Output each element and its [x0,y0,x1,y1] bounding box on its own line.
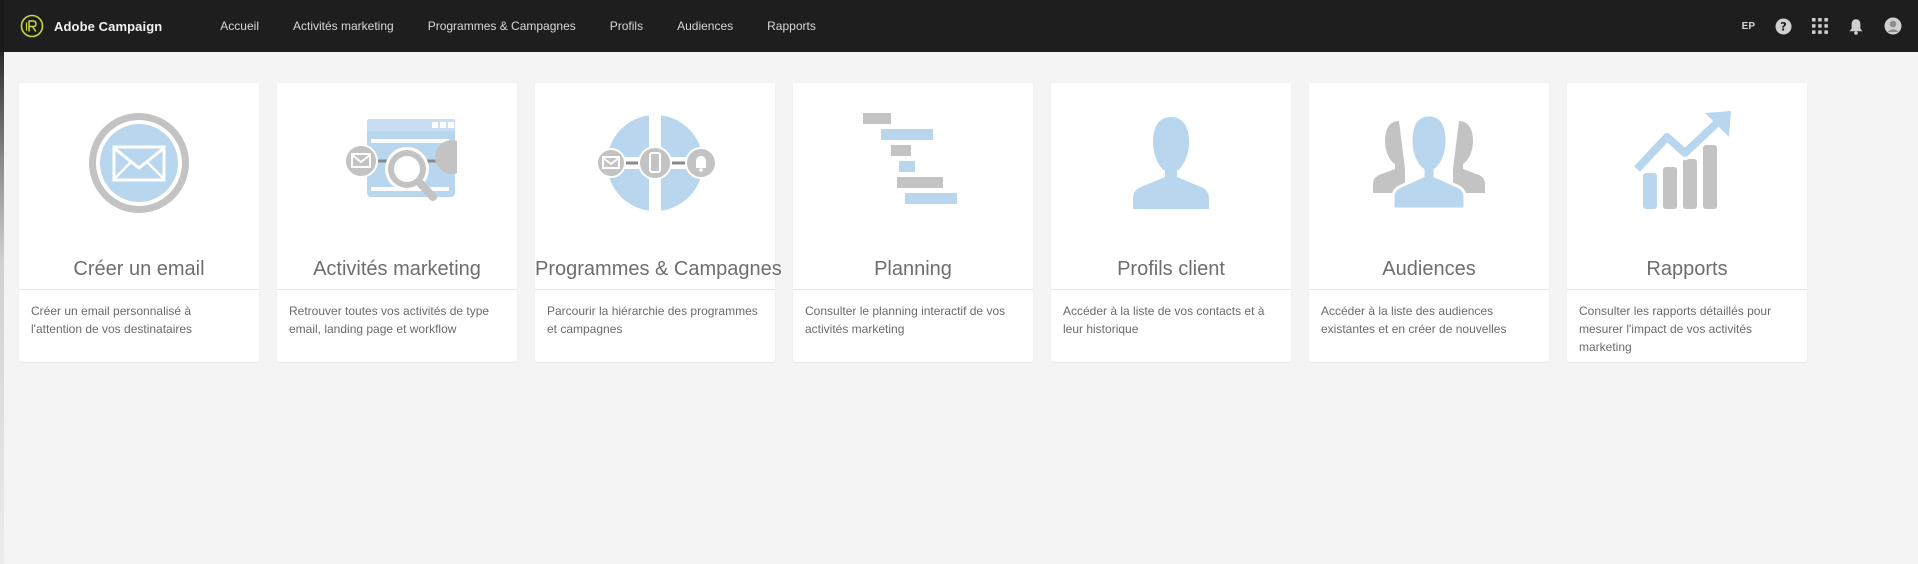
audiences-icon [1373,113,1485,211]
card-description: Créer un email personnalisé à l'attentio… [31,304,193,336]
nav-item-accueil[interactable]: Accueil [220,19,259,33]
card-profils-client[interactable]: Profils client Accéder à la liste de vos… [1051,83,1291,362]
apps-button[interactable] [1812,18,1828,34]
card-title: Créer un email [73,258,205,280]
planning-icon [863,113,957,204]
card-description: Consulter les rapports détaillés pour me… [1579,304,1772,354]
brand[interactable]: Adobe Campaign [20,14,162,38]
card-divider [19,289,259,290]
card-title: Planning [874,258,952,280]
nav-item-rapports[interactable]: Rapports [767,19,816,33]
card-planning[interactable]: Planning Consulter le planning interacti… [793,83,1033,362]
card-divider [535,289,775,290]
card-divider [1051,289,1291,290]
card-audiences[interactable]: Audiences Accéder à la liste des audienc… [1309,83,1549,362]
adobe-campaign-logo-icon [20,14,44,38]
app-grid-icon [1812,18,1828,34]
notifications-button[interactable] [1848,18,1864,35]
window-left-edge [0,0,4,564]
card-rapports[interactable]: Rapports Consulter les rapports détaillé… [1567,83,1807,362]
nav-item-audiences[interactable]: Audiences [677,19,733,33]
card-description: Accéder à la liste de vos contacts et à … [1063,304,1265,336]
card-divider [1309,289,1549,290]
reports-icon [1631,111,1731,209]
card-activites-marketing[interactable]: Activités marketing Retrouver toutes vos… [277,83,517,362]
card-description: Consulter le planning interactif de vos … [805,304,1006,336]
user-avatar-button[interactable] [1884,17,1902,35]
card-title: Rapports [1646,258,1728,280]
card-title: Programmes & Campagnes [535,258,782,280]
profile-icon [1133,117,1209,209]
email-icon [89,113,189,213]
card-divider [277,289,517,290]
main-nav: Accueil Activités marketing Programmes &… [220,19,850,33]
svg-text:?: ? [1780,19,1787,33]
header-tools: EP ? [1722,0,1902,52]
card-description: Retrouver toutes vos activités de type e… [289,304,490,336]
help-icon: ? [1775,18,1792,34]
card-divider [793,289,1033,290]
card-creer-email[interactable]: Créer un email Créer un email personnali… [19,83,259,362]
card-title: Audiences [1382,258,1476,280]
user-initials[interactable]: EP [1742,21,1755,32]
nav-item-profils[interactable]: Profils [610,19,643,33]
marketing-activities-icon [344,119,457,201]
programs-campaigns-icon [596,113,715,213]
card-description: Accéder à la liste des audiences existan… [1321,304,1507,336]
nav-item-activites-marketing[interactable]: Activités marketing [293,19,394,33]
card-title: Profils client [1117,258,1225,280]
nav-item-programmes-campagnes[interactable]: Programmes & Campagnes [428,19,576,33]
avatar-icon [1884,17,1902,35]
card-title: Activités marketing [313,258,481,280]
top-navigation-bar: Adobe Campaign Accueil Activités marketi… [4,0,1918,52]
card-description: Parcourir la hiérarchie des programmes e… [547,304,758,336]
card-divider [1567,289,1807,290]
card-programmes-campagnes[interactable]: Programmes & Campagnes Parcourir la hiér… [535,83,782,362]
help-button[interactable]: ? [1775,18,1792,35]
bell-icon [1849,18,1863,35]
app-name: Adobe Campaign [54,18,163,34]
